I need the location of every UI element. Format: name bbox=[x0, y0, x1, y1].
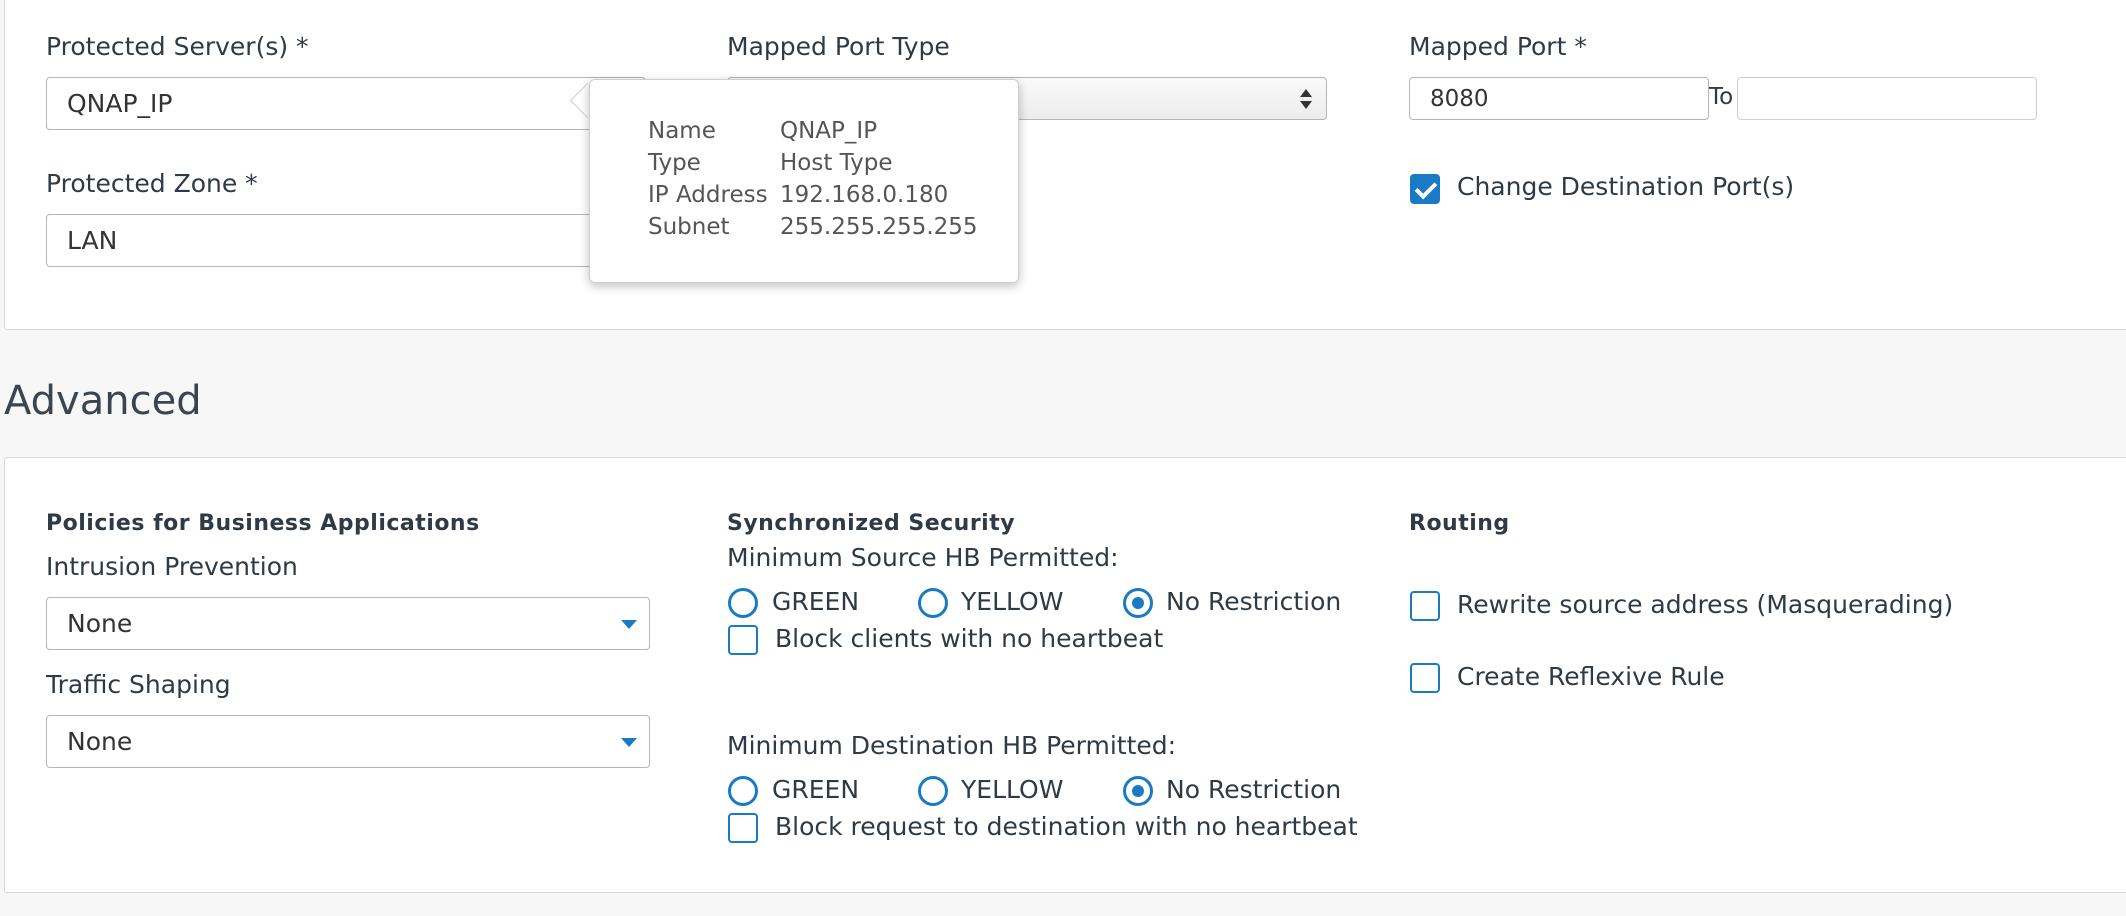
routing-heading: Routing bbox=[1409, 511, 1510, 536]
protected-servers-field[interactable]: QNAP_IP bbox=[46, 77, 646, 130]
protected-zone-value: LAN bbox=[67, 226, 118, 255]
block-request-label: Block request to destination with no hea… bbox=[775, 812, 1358, 841]
traffic-shaping-select[interactable]: None bbox=[46, 715, 650, 768]
mapped-port-label: Mapped Port * bbox=[1409, 32, 1587, 61]
tooltip-type-value: Host Type bbox=[780, 150, 893, 176]
chevron-down-icon bbox=[621, 737, 637, 747]
change-destination-label: Change Destination Port(s) bbox=[1457, 172, 1795, 201]
source-radio-no-restriction[interactable] bbox=[1123, 588, 1153, 618]
select-arrows-icon bbox=[1300, 88, 1312, 110]
tooltip-subnet-value: 255.255.255.255 bbox=[780, 214, 978, 240]
mapped-port-type-label: Mapped Port Type bbox=[727, 32, 950, 61]
to-label: To bbox=[1709, 84, 1734, 110]
tooltip-type-key: Type bbox=[648, 150, 701, 176]
tooltip-name-value: QNAP_IP bbox=[780, 118, 878, 144]
block-clients-label: Block clients with no heartbeat bbox=[775, 624, 1164, 653]
dest-option-green: GREEN bbox=[772, 775, 860, 804]
traffic-shaping-value: None bbox=[67, 727, 133, 756]
min-destination-hb-label: Minimum Destination HB Permitted: bbox=[727, 731, 1177, 760]
intrusion-prevention-label: Intrusion Prevention bbox=[46, 552, 298, 581]
source-option-no-restriction: No Restriction bbox=[1166, 587, 1342, 616]
rewrite-source-label: Rewrite source address (Masquerading) bbox=[1457, 590, 1954, 619]
mapped-port-to-input[interactable] bbox=[1737, 77, 2037, 120]
source-option-green: GREEN bbox=[772, 587, 860, 616]
min-source-hb-label: Minimum Source HB Permitted: bbox=[727, 543, 1119, 572]
block-request-checkbox[interactable] bbox=[728, 813, 758, 843]
block-clients-checkbox[interactable] bbox=[728, 625, 758, 655]
intrusion-prevention-value: None bbox=[67, 609, 133, 638]
server-details-tooltip: Name QNAP_IP Type Host Type IP Address 1… bbox=[589, 79, 1019, 283]
advanced-section-title: Advanced bbox=[4, 378, 202, 424]
traffic-shaping-label: Traffic Shaping bbox=[46, 670, 231, 699]
protected-servers-label: Protected Server(s) * bbox=[46, 32, 309, 61]
chevron-down-icon bbox=[621, 619, 637, 629]
tooltip-name-key: Name bbox=[648, 118, 716, 144]
change-destination-checkbox[interactable] bbox=[1410, 174, 1440, 204]
sync-security-heading: Synchronized Security bbox=[727, 511, 1016, 536]
dest-option-yellow: YELLOW bbox=[961, 775, 1064, 804]
protected-zone-label: Protected Zone * bbox=[46, 169, 258, 198]
reflexive-rule-label: Create Reflexive Rule bbox=[1457, 662, 1725, 691]
protected-zone-field[interactable]: LAN bbox=[46, 214, 646, 267]
rewrite-source-checkbox[interactable] bbox=[1410, 591, 1440, 621]
intrusion-prevention-select[interactable]: None bbox=[46, 597, 650, 650]
tooltip-ip-key: IP Address bbox=[648, 182, 768, 208]
dest-option-no-restriction: No Restriction bbox=[1166, 775, 1342, 804]
mapped-port-value: 8080 bbox=[1430, 85, 1489, 112]
mapped-port-input[interactable]: 8080 bbox=[1409, 77, 1709, 120]
dest-radio-green[interactable] bbox=[728, 776, 758, 806]
protected-servers-value: QNAP_IP bbox=[67, 89, 173, 118]
tooltip-subnet-key: Subnet bbox=[648, 214, 730, 240]
source-radio-green[interactable] bbox=[728, 588, 758, 618]
dest-radio-no-restriction[interactable] bbox=[1123, 776, 1153, 806]
source-radio-yellow[interactable] bbox=[918, 588, 948, 618]
port-forwarding-panel bbox=[4, 0, 2126, 330]
tooltip-ip-value: 192.168.0.180 bbox=[780, 182, 949, 208]
policies-heading: Policies for Business Applications bbox=[46, 511, 480, 536]
dest-radio-yellow[interactable] bbox=[918, 776, 948, 806]
reflexive-rule-checkbox[interactable] bbox=[1410, 663, 1440, 693]
source-option-yellow: YELLOW bbox=[961, 587, 1064, 616]
